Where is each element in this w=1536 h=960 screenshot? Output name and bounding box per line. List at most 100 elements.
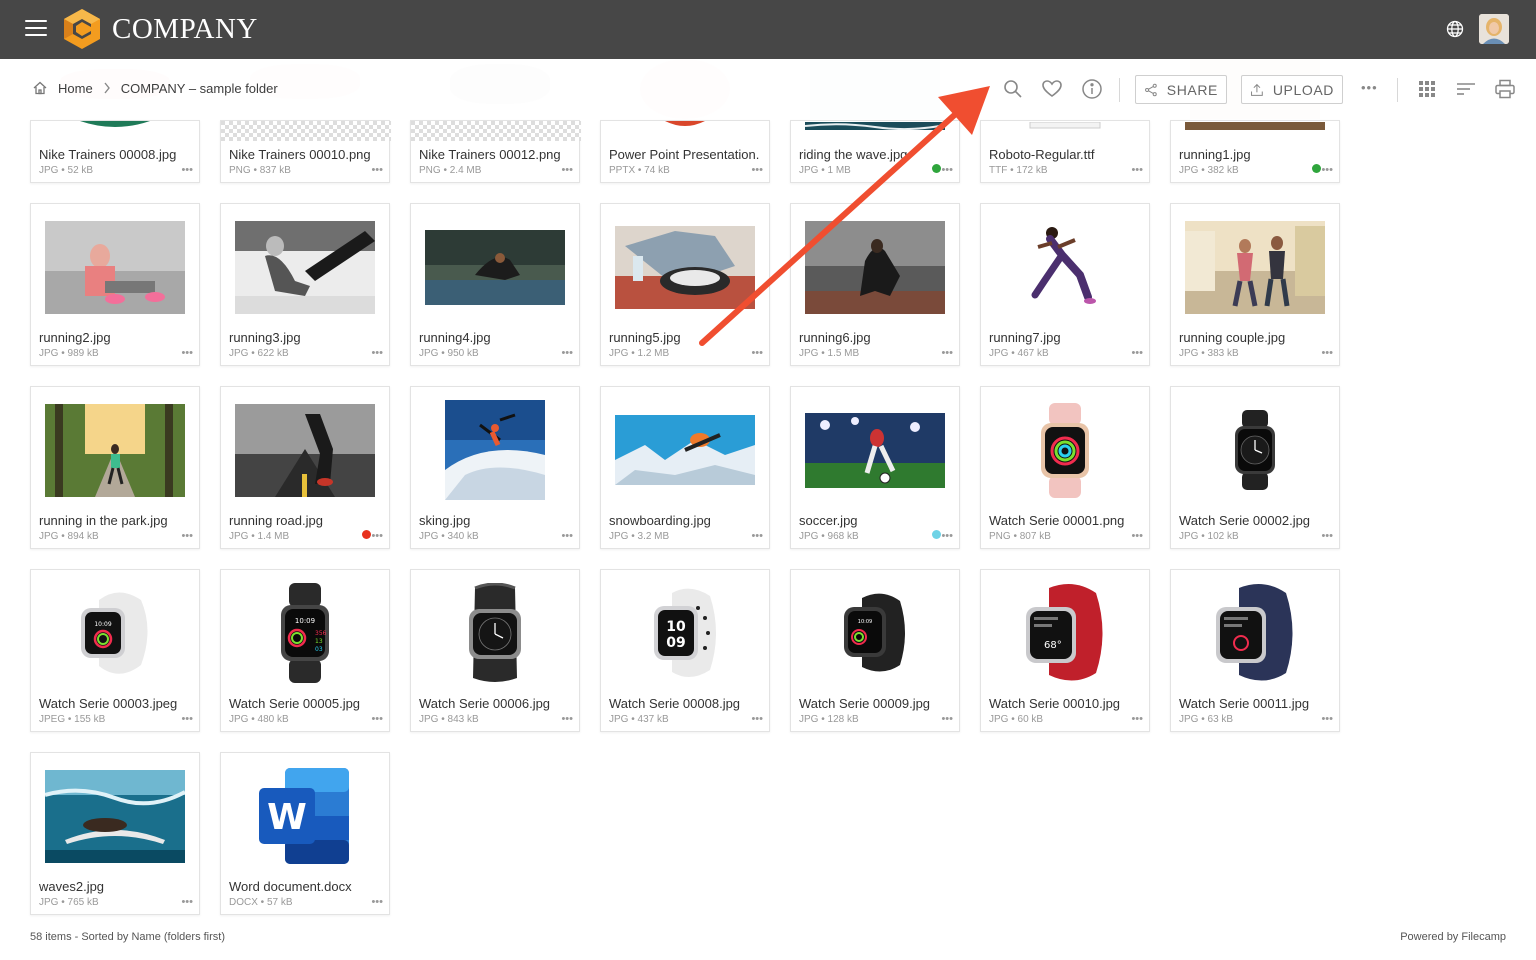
file-tile[interactable]: running in the park.jpg JPG • 894 kB •••: [30, 386, 200, 549]
grid-view-icon[interactable]: [1416, 78, 1438, 100]
print-icon[interactable]: [1494, 78, 1516, 100]
file-thumbnail[interactable]: [45, 121, 185, 131]
file-thumbnail[interactable]: [425, 400, 565, 500]
file-tile[interactable]: 10:09 Watch Serie 00003.jpeg JPEG • 155 kB…: [30, 569, 200, 732]
file-name[interactable]: running couple.jpg: [1179, 330, 1329, 345]
globe-icon[interactable]: [1445, 19, 1465, 39]
file-name[interactable]: waves2.jpg: [39, 879, 189, 894]
file-name[interactable]: Watch Serie 00008.jpg: [609, 696, 759, 711]
file-options-icon[interactable]: •••: [371, 896, 383, 908]
file-options-icon[interactable]: •••: [371, 530, 383, 542]
file-tile[interactable]: Roboto-Regular.ttf TTF • 172 kB •••: [980, 120, 1150, 183]
menu-icon[interactable]: [25, 20, 47, 38]
file-thumbnail[interactable]: [615, 400, 755, 500]
file-options-icon[interactable]: •••: [941, 347, 953, 359]
file-thumbnail[interactable]: [45, 400, 185, 500]
file-options-icon[interactable]: •••: [371, 164, 383, 176]
file-options-icon[interactable]: •••: [181, 896, 193, 908]
file-tile[interactable]: sking.jpg JPG • 340 kB •••: [410, 386, 580, 549]
file-options-icon[interactable]: •••: [181, 713, 193, 725]
file-name[interactable]: snowboarding.jpg: [609, 513, 759, 528]
file-options-icon[interactable]: •••: [181, 530, 193, 542]
file-options-icon[interactable]: •••: [941, 713, 953, 725]
file-name[interactable]: Watch Serie 00005.jpg: [229, 696, 379, 711]
file-thumbnail[interactable]: [221, 121, 391, 141]
info-icon[interactable]: [1081, 78, 1103, 100]
file-options-icon[interactable]: •••: [1131, 713, 1143, 725]
file-tile[interactable]: Watch Serie 00002.jpg JPG • 102 kB •••: [1170, 386, 1340, 549]
file-name[interactable]: Nike Trainers 00008.jpg: [39, 147, 189, 162]
file-tile[interactable]: running6.jpg JPG • 1.5 MB •••: [790, 203, 960, 366]
file-options-icon[interactable]: •••: [941, 530, 953, 542]
file-thumbnail[interactable]: 68°: [995, 583, 1135, 683]
file-options-icon[interactable]: •••: [751, 164, 763, 176]
file-tile[interactable]: Watch Serie 00001.png PNG • 807 kB •••: [980, 386, 1150, 549]
file-thumbnail[interactable]: [805, 217, 945, 317]
file-options-icon[interactable]: •••: [1321, 347, 1333, 359]
file-options-icon[interactable]: •••: [751, 530, 763, 542]
file-tile[interactable]: 10:09 Watch Serie 00009.jpg JPG • 128 kB ••…: [790, 569, 960, 732]
file-thumbnail[interactable]: [805, 400, 945, 500]
file-name[interactable]: running5.jpg: [609, 330, 759, 345]
file-options-icon[interactable]: •••: [561, 164, 573, 176]
upload-button[interactable]: UPLOAD: [1241, 75, 1343, 104]
company-logo-icon[interactable]: [62, 7, 102, 51]
file-thumbnail[interactable]: [411, 121, 581, 141]
sort-icon[interactable]: [1455, 78, 1477, 100]
file-name[interactable]: running2.jpg: [39, 330, 189, 345]
file-thumbnail[interactable]: 10:09: [805, 583, 945, 683]
file-tile[interactable]: riding the wave.jpg JPG • 1 MB •••: [790, 120, 960, 183]
file-thumbnail[interactable]: [995, 400, 1135, 500]
file-thumbnail[interactable]: W: [235, 766, 375, 866]
file-name[interactable]: Word document.docx: [229, 879, 379, 894]
file-thumbnail[interactable]: 10:09: [45, 583, 185, 683]
file-name[interactable]: sking.jpg: [419, 513, 569, 528]
file-thumbnail[interactable]: [615, 121, 755, 131]
file-thumbnail[interactable]: [425, 217, 565, 317]
file-tile[interactable]: Watch Serie 00006.jpg JPG • 843 kB •••: [410, 569, 580, 732]
file-options-icon[interactable]: •••: [561, 713, 573, 725]
avatar[interactable]: [1479, 14, 1509, 44]
file-thumbnail[interactable]: [235, 400, 375, 500]
file-options-icon[interactable]: •••: [181, 164, 193, 176]
file-thumbnail[interactable]: 10 09: [615, 583, 755, 683]
file-thumbnail[interactable]: [1185, 217, 1325, 317]
file-tile[interactable]: running3.jpg JPG • 622 kB •••: [220, 203, 390, 366]
file-name[interactable]: Watch Serie 00006.jpg: [419, 696, 569, 711]
file-name[interactable]: riding the wave.jpg: [799, 147, 949, 162]
file-name[interactable]: running1.jpg: [1179, 147, 1329, 162]
file-options-icon[interactable]: •••: [181, 347, 193, 359]
file-tile[interactable]: running5.jpg JPG • 1.2 MB •••: [600, 203, 770, 366]
file-thumbnail[interactable]: 10:09 356 13 03: [235, 583, 375, 683]
file-name[interactable]: running7.jpg: [989, 330, 1139, 345]
file-options-icon[interactable]: •••: [561, 530, 573, 542]
file-name[interactable]: Watch Serie 00003.jpeg: [39, 696, 189, 711]
file-name[interactable]: Watch Serie 00001.png: [989, 513, 1139, 528]
file-tile[interactable]: running7.jpg JPG • 467 kB •••: [980, 203, 1150, 366]
file-name[interactable]: Watch Serie 00011.jpg: [1179, 696, 1329, 711]
file-name[interactable]: Watch Serie 00002.jpg: [1179, 513, 1329, 528]
breadcrumb-home[interactable]: Home: [58, 81, 93, 96]
file-options-icon[interactable]: •••: [941, 164, 953, 176]
file-tile[interactable]: snowboarding.jpg JPG • 3.2 MB •••: [600, 386, 770, 549]
file-tile[interactable]: 10 09 Watch Serie 00008.jpg JPG • 437 kB •••: [600, 569, 770, 732]
file-tile[interactable]: 68° Watch Serie 00010.jpg JPG • 60 kB •••: [980, 569, 1150, 732]
file-tile[interactable]: running road.jpg JPG • 1.4 MB •••: [220, 386, 390, 549]
file-thumbnail[interactable]: [1185, 583, 1325, 683]
file-options-icon[interactable]: •••: [561, 347, 573, 359]
file-name[interactable]: running road.jpg: [229, 513, 379, 528]
file-options-icon[interactable]: •••: [751, 713, 763, 725]
file-options-icon[interactable]: •••: [1131, 347, 1143, 359]
file-tile[interactable]: running4.jpg JPG • 950 kB •••: [410, 203, 580, 366]
file-name[interactable]: Power Point Presentation.pptx: [609, 147, 759, 162]
file-name[interactable]: running6.jpg: [799, 330, 949, 345]
file-thumbnail[interactable]: [1185, 121, 1325, 131]
home-icon[interactable]: [32, 80, 48, 96]
file-tile[interactable]: Watch Serie 00011.jpg JPG • 63 kB •••: [1170, 569, 1340, 732]
file-name[interactable]: Nike Trainers 00010.png: [229, 147, 379, 162]
file-thumbnail[interactable]: [425, 583, 565, 683]
file-name[interactable]: Watch Serie 00010.jpg: [989, 696, 1139, 711]
file-options-icon[interactable]: •••: [1321, 164, 1333, 176]
file-thumbnail[interactable]: [995, 217, 1135, 317]
file-tile[interactable]: Nike Trainers 00008.jpg JPG • 52 kB •••: [30, 120, 200, 183]
